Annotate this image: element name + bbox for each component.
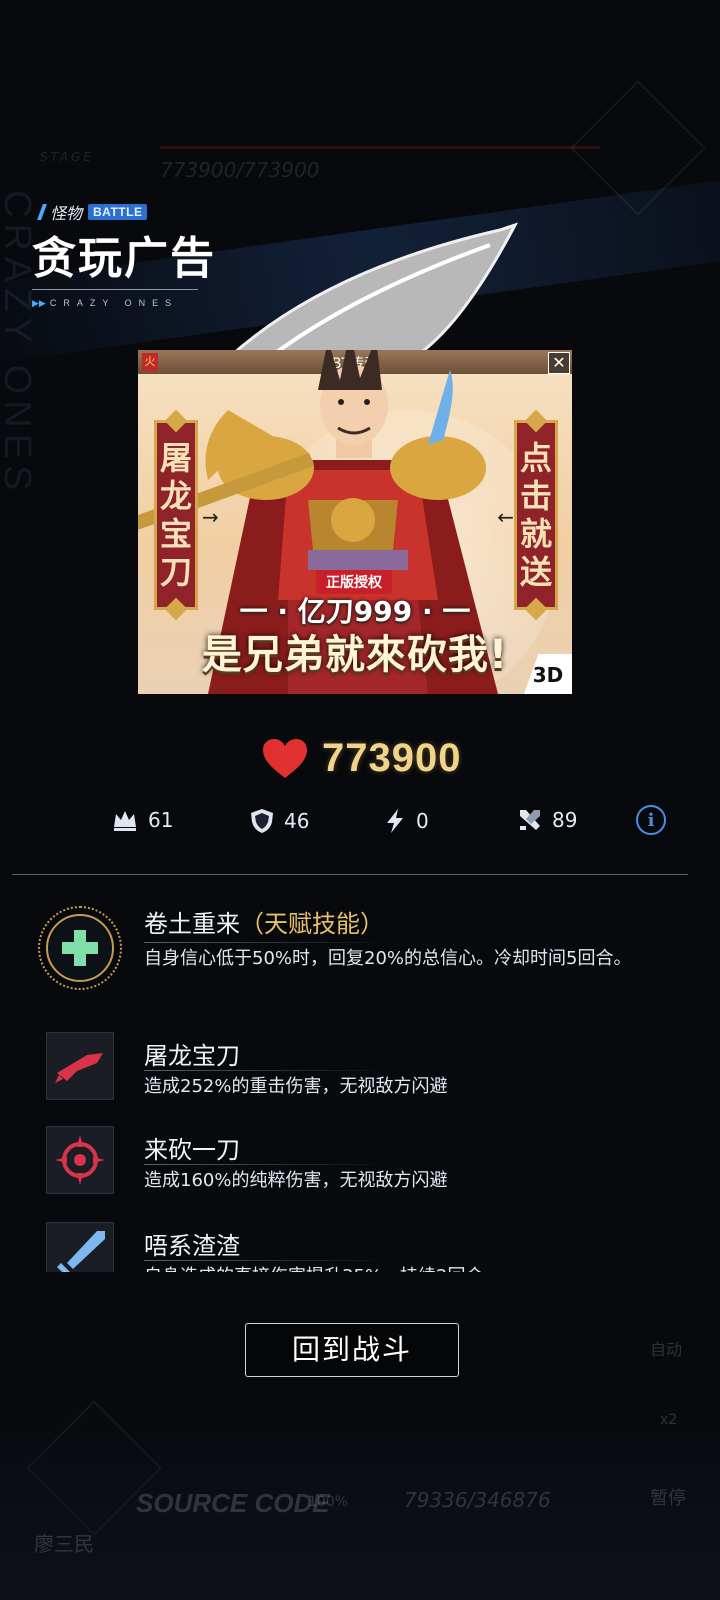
plus-icon <box>62 930 98 966</box>
background-source-code: SOURCE CODE <box>136 1488 330 1518</box>
stat-attack: 61 <box>112 808 173 832</box>
skill-desc: 造成160%的纯粹伤害，无视敌方闪避 <box>144 1170 448 1191</box>
background-bottom-fade <box>0 1400 720 1600</box>
skill-icon-frame <box>46 1032 114 1100</box>
monster-tag-label: 怪物 <box>50 204 83 223</box>
crazy-ones-subtitle: ▶▶ CRAZY ONES <box>32 298 178 309</box>
monster-tag-row: 怪物 BATTLE <box>37 200 148 224</box>
stat-crit: 89 <box>518 808 577 832</box>
banner-left-char: 宝 <box>159 515 192 553</box>
background-speed-label: x2 <box>660 1412 678 1428</box>
ad-banner-right: 点 击 就 送 <box>514 420 558 610</box>
banner-right-char: 送 <box>519 553 552 591</box>
ad-banner[interactable]: 火 BT传奇 ✕ 屠 龙 宝 刀 点 击 <box>138 350 572 694</box>
background-hp-ghost-bottom: 79336/346876 <box>404 1488 551 1512</box>
sword-icon <box>57 1231 105 1272</box>
shield-icon <box>251 809 273 833</box>
stat-crit-value: 89 <box>552 808 578 832</box>
hp-display: 773900 <box>262 736 461 781</box>
section-divider <box>12 874 688 875</box>
background-user-name: 廖三民 <box>34 1532 94 1556</box>
banner-right-char: 击 <box>519 477 552 515</box>
banner-left-char: 刀 <box>159 553 192 591</box>
talent-icon-inner <box>46 914 114 982</box>
crown-icon <box>114 811 136 831</box>
crazy-ones-text: CRAZY ONES <box>49 298 179 308</box>
talent-tag: （天赋技能） <box>240 910 384 938</box>
talent-icon-frame <box>38 906 122 990</box>
skill-desc: 造成252%的重击伤害，无视敌方闪避 <box>144 1076 448 1097</box>
skill-name: 来砍一刀 <box>144 1136 240 1164</box>
heart-icon <box>263 738 307 778</box>
background-auto-label: 自动 <box>650 1340 683 1359</box>
crossed-swords-icon <box>520 810 540 830</box>
lightning-icon <box>387 809 403 833</box>
skill-underline <box>144 942 390 943</box>
stat-defense: 46 <box>250 808 309 834</box>
arrow-right-icon: → <box>202 505 219 529</box>
hp-value: 773900 <box>322 736 462 780</box>
banner-right-char: 就 <box>519 515 552 553</box>
background-stage-label: STAGE <box>40 150 94 164</box>
skill-icon-frame <box>46 1126 114 1194</box>
return-to-battle-button[interactable]: 回到战斗 <box>245 1323 459 1377</box>
stat-speed: 0 <box>384 808 429 834</box>
background-hp-bar <box>160 146 600 149</box>
info-button[interactable]: i <box>636 805 666 835</box>
skill-name-text: 卷土重来 <box>144 910 240 938</box>
battle-badge: BATTLE <box>88 204 148 220</box>
stat-speed-value: 0 <box>416 809 429 833</box>
blade-icon <box>55 1053 103 1083</box>
skill-name: 唔系渣渣 <box>144 1232 240 1260</box>
background-percent: 100% <box>308 1494 349 1510</box>
banner-left-char: 龙 <box>159 477 192 515</box>
background-hp-ghost: 773900/773900 <box>160 158 320 182</box>
stats-row: 61 46 0 89 <box>0 800 720 850</box>
stat-attack-value: 61 <box>148 808 174 832</box>
stat-defense-value: 46 <box>284 809 310 833</box>
skills-list[interactable]: 卷土重来（天赋技能） 自身信心低于50%时，回复20%的总信心。冷却时间5回合。… <box>0 880 720 1272</box>
target-icon <box>55 1135 105 1185</box>
skill-icon-frame <box>46 1222 114 1272</box>
background-pause-label: 暂停 <box>650 1488 686 1509</box>
skill-underline <box>144 1164 390 1165</box>
skill-desc: 自身造成的直接伤害提升35%，持续2回合 <box>144 1262 664 1272</box>
play-icon: ▶▶ <box>32 298 46 308</box>
skill-underline <box>144 1070 390 1071</box>
skill-desc: 自身信心低于50%时，回复20%的总信心。冷却时间5回合。 <box>144 948 632 969</box>
skill-underline <box>144 1260 390 1261</box>
banner-right-char: 点 <box>519 439 552 477</box>
skill-name: 屠龙宝刀 <box>144 1042 240 1070</box>
skill-name: 卷土重来（天赋技能） <box>144 904 384 939</box>
arrow-left-icon: ← <box>497 505 514 529</box>
banner-left-char: 屠 <box>159 439 192 477</box>
ad-banner-left: 屠 龙 宝 刀 <box>154 420 198 610</box>
ad-mainline: 是兄弟就來砍我! <box>201 632 509 678</box>
